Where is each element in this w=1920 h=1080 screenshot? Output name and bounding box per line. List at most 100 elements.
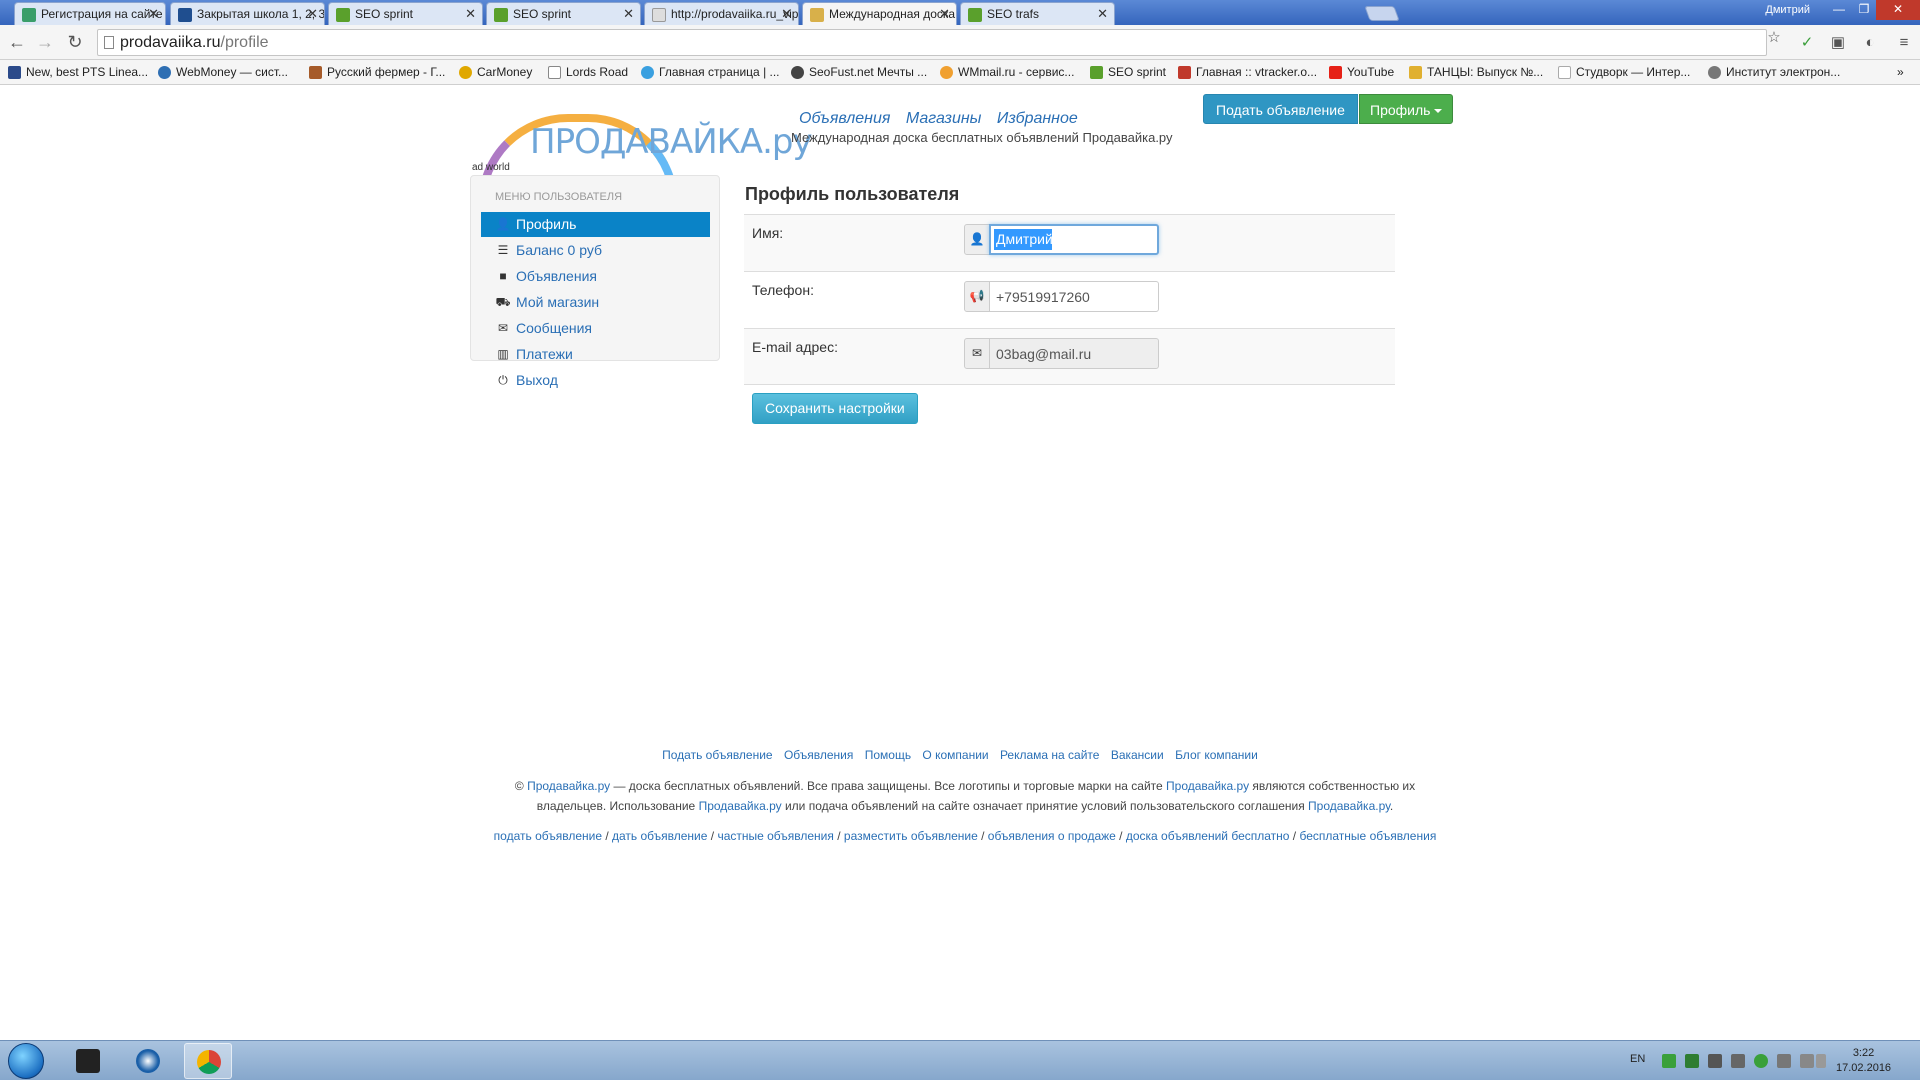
browser-tab[interactable]: SEO sprint ✕ (486, 2, 641, 25)
footer-link[interactable]: Подать объявление (662, 748, 772, 762)
footer-link[interactable]: Помощь (865, 748, 911, 762)
close-tab-icon[interactable]: ✕ (465, 6, 476, 22)
browser-tab-active[interactable]: Международная доска бе ✕ (802, 2, 957, 25)
bookmark-item[interactable]: CarMoney (459, 65, 532, 79)
footer-link[interactable]: О компании (922, 748, 988, 762)
bookmark-star-icon[interactable]: ☆ (1763, 27, 1785, 49)
browser-tab[interactable]: SEO sprint ✕ (328, 2, 483, 25)
bookmark-item[interactable]: Lords Road (548, 65, 628, 79)
nav-ads-link[interactable]: Объявления (799, 110, 890, 127)
post-ad-button[interactable]: Подать объявление (1203, 94, 1358, 124)
footer-link[interactable]: Реклама на сайте (1000, 748, 1100, 762)
new-tab-button[interactable] (1364, 6, 1400, 21)
bookmark-item[interactable]: New, best PTS Linea... (8, 65, 148, 79)
profile-dropdown-button[interactable]: Профиль (1359, 94, 1454, 124)
seo-link[interactable]: бесплатные объявления (1299, 829, 1436, 843)
sidebar-item-payments[interactable]: ▥ Платежи (481, 342, 710, 367)
tray-icon[interactable] (1731, 1054, 1745, 1068)
bookmark-item[interactable]: WMmail.ru - сервис... (940, 65, 1074, 79)
clock-time: 3:22 (1852, 1047, 1875, 1059)
minimize-icon[interactable]: — (1825, 0, 1853, 20)
network-icon[interactable] (1816, 1054, 1826, 1068)
close-tab-icon[interactable]: ✕ (307, 6, 318, 22)
name-selection-highlight: Дмитрий (994, 229, 1053, 250)
tray-icon[interactable] (1800, 1054, 1814, 1068)
form-row-email: E-mail адрес: ✉ (744, 328, 1395, 385)
bookmark-item[interactable]: ТАНЦЫ: Выпуск №... (1409, 65, 1543, 79)
bookmark-item[interactable]: WebMoney — сист... (158, 65, 288, 79)
tray-icon[interactable] (1708, 1054, 1722, 1068)
language-indicator[interactable]: EN (1630, 1053, 1645, 1065)
seo-link[interactable]: частные объявления (717, 829, 833, 843)
browser-tab[interactable]: http://prodavaiika.ru_vip-p ✕ (644, 2, 799, 25)
brand-link[interactable]: Продавайка.ру (1308, 799, 1390, 813)
email-field[interactable] (989, 338, 1159, 369)
brand-link[interactable]: Продавайка.ру (1166, 779, 1249, 793)
address-bar[interactable]: prodavaiika.ru/profile (97, 29, 1767, 56)
close-tab-icon[interactable]: ✕ (623, 6, 634, 22)
extension-icon[interactable]: ◐ (1859, 32, 1881, 54)
reload-icon[interactable]: ↻ (64, 31, 86, 53)
footer-link[interactable]: Блог компании (1175, 748, 1258, 762)
footer-link[interactable]: Вакансии (1111, 748, 1164, 762)
extension-shield-icon[interactable]: ✓ (1796, 32, 1818, 54)
bookmark-item[interactable]: Главная страница | ... (641, 65, 780, 79)
sidebar-item-logout[interactable]: ⏻ Выход (481, 368, 710, 393)
nav-favorites-link[interactable]: Избранное (997, 110, 1078, 127)
sidebar-item-profile[interactable]: 👤 Профиль (481, 212, 710, 237)
seo-link[interactable]: дать объявление (612, 829, 707, 843)
bookmark-item[interactable]: Главная :: vtracker.o... (1178, 65, 1317, 79)
browser-tab[interactable]: Регистрация на сайте Пр ✕ (14, 2, 166, 25)
bookmark-item[interactable]: Институт электрон... (1708, 65, 1840, 79)
restore-icon[interactable]: ❐ (1850, 0, 1878, 20)
copyright-text: © Продавайка.ру — доска бесплатных объяв… (514, 779, 1416, 813)
browser-tab[interactable]: SEO trafs ✕ (960, 2, 1115, 25)
seo-link[interactable]: разместить объявление (844, 829, 978, 843)
system-clock[interactable]: 3:22 17.02.2016 (1836, 1046, 1891, 1076)
bookmark-item[interactable]: YouTube (1329, 65, 1394, 79)
close-tab-icon[interactable]: ✕ (781, 6, 792, 22)
tab-label: SEO sprint (513, 7, 572, 21)
window-user-name: Дмитрий (1765, 4, 1810, 16)
start-button[interactable] (8, 1043, 44, 1079)
tray-icon[interactable] (1662, 1054, 1676, 1068)
tray-icon[interactable] (1777, 1054, 1791, 1068)
taskbar-app-chrome[interactable] (184, 1043, 232, 1079)
brand-link[interactable]: Продавайка.ру (699, 799, 782, 813)
phone-field[interactable] (989, 281, 1159, 312)
browser-tab-strip: Регистрация на сайте Пр ✕ Закрытая школа… (0, 0, 1920, 25)
bookmark-item[interactable]: SEO sprint (1090, 65, 1166, 79)
footer-link[interactable]: Объявления (784, 748, 853, 762)
bookmarks-overflow-icon[interactable]: » (1897, 65, 1904, 79)
forward-icon[interactable]: → (34, 31, 56, 53)
seo-link[interactable]: доска объявлений бесплатно (1126, 829, 1290, 843)
close-window-icon[interactable]: ✕ (1876, 0, 1920, 20)
menu-icon[interactable]: ≡ (1893, 32, 1915, 54)
bookmark-item[interactable]: SeoFust.net Мечты ... (791, 65, 927, 79)
close-tab-icon[interactable]: ✕ (939, 6, 950, 22)
brand-link[interactable]: Продавайка.ру (527, 779, 610, 793)
extension-icon[interactable]: ▣ (1827, 32, 1849, 54)
seo-link[interactable]: объявления о продаже (988, 829, 1116, 843)
bookmark-favicon-icon (1090, 66, 1103, 79)
bookmark-item[interactable]: Русский фермер - Г... (309, 65, 445, 79)
back-icon[interactable]: ← (6, 31, 28, 53)
seo-link[interactable]: подать объявление (494, 829, 602, 843)
youtube-icon (1329, 66, 1342, 79)
taskbar-app[interactable] (64, 1043, 112, 1079)
tab-label: Закрытая школа 1, 2, 3, 4 (197, 7, 325, 21)
save-settings-button[interactable]: Сохранить настройки (752, 393, 918, 424)
sidebar-item-balance[interactable]: ☰ Баланс 0 руб (481, 238, 710, 263)
site-logo[interactable]: ПРОДАВАЙКА.ру ad world (470, 108, 813, 204)
bookmark-item[interactable]: Студворк — Интер... (1558, 65, 1690, 79)
tray-icon[interactable] (1754, 1054, 1768, 1068)
sidebar-item-ads[interactable]: ■ Объявления (481, 264, 710, 289)
sidebar-item-messages[interactable]: ✉ Сообщения (481, 316, 710, 341)
close-tab-icon[interactable]: ✕ (148, 6, 159, 22)
tray-icon[interactable] (1685, 1054, 1699, 1068)
browser-tab[interactable]: Закрытая школа 1, 2, 3, 4 ✕ (170, 2, 325, 25)
taskbar-app[interactable] (124, 1043, 172, 1079)
nav-shops-link[interactable]: Магазины (906, 110, 982, 127)
sidebar-item-shop[interactable]: ⛟ Мой магазин (481, 290, 710, 315)
close-tab-icon[interactable]: ✕ (1097, 6, 1108, 22)
